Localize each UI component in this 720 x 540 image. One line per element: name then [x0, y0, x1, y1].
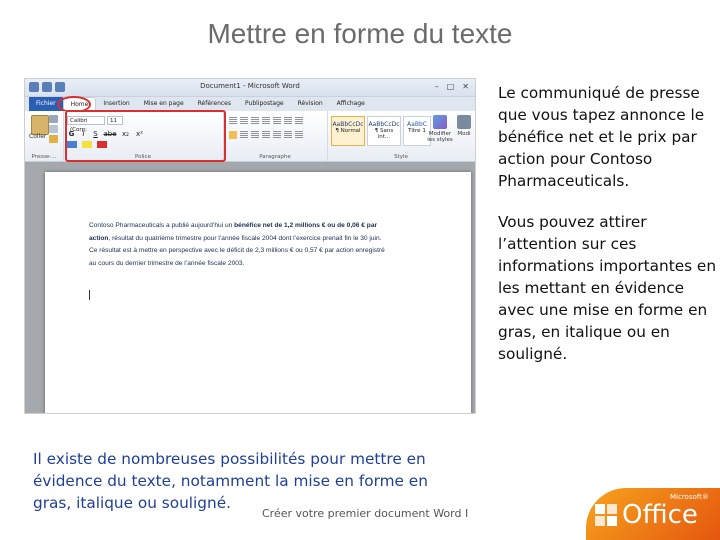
list-buttons: [229, 117, 303, 125]
align-buttons: [229, 131, 303, 139]
style-no-spacing-name: ¶ Sans int...: [374, 128, 394, 140]
justify-icon[interactable]: [262, 131, 270, 139]
office-logo-icon: [595, 504, 617, 526]
slide-footer: Créer votre premier document Word I: [262, 507, 469, 520]
office-logo-word: Office: [622, 500, 698, 530]
explanation-paragraph-2: Vous pouvez attirer l’attention sur ces …: [498, 213, 717, 363]
window-title: Document1 - Microsoft Word: [200, 82, 300, 90]
explanation-text: Le communiqué de presse que vous tapez a…: [498, 82, 718, 384]
sort-icon[interactable]: [284, 117, 292, 125]
style-no-spacing[interactable]: AaBbCcDc ¶ Sans int...: [367, 116, 401, 146]
modify-styles-label: Modifier les styles: [427, 131, 453, 143]
numbering-icon[interactable]: [240, 117, 248, 125]
word-screenshot: Document1 - Microsoft Word – □ ✕ Fichier…: [24, 78, 476, 414]
modify-icon: [457, 115, 471, 129]
modify-label: Modi: [457, 131, 471, 137]
explanation-paragraph-1: Le communiqué de presse que vous tapez a…: [498, 84, 705, 190]
borders-icon[interactable]: [295, 131, 303, 139]
tab-view[interactable]: Affichage: [330, 97, 372, 111]
style-normal-name: ¶ Normal: [335, 128, 361, 134]
bullets-icon[interactable]: [229, 117, 237, 125]
multilevel-list-icon[interactable]: [251, 117, 259, 125]
style-no-spacing-sample: AaBbCcDc: [368, 121, 400, 128]
doc-text-part-1: Contoso Pharmaceuticals a publié aujourd…: [89, 222, 235, 229]
modify-styles-icon: [433, 115, 447, 129]
close-icon[interactable]: ✕: [462, 82, 469, 91]
paste-icon[interactable]: [31, 115, 49, 135]
group-label-clipboard: Presse-...: [31, 154, 57, 160]
document-body[interactable]: Contoso Pharmaceuticals a publié aujourd…: [89, 220, 389, 270]
line-spacing-icon[interactable]: [273, 131, 281, 139]
align-right-icon[interactable]: [251, 131, 259, 139]
copy-icon[interactable]: [49, 125, 58, 133]
minimize-icon[interactable]: –: [435, 82, 439, 91]
shading-icon[interactable]: [284, 131, 292, 139]
tab-mailings[interactable]: Publipostage: [238, 97, 291, 111]
group-label-styles: Style: [394, 154, 408, 160]
tab-review[interactable]: Révision: [291, 97, 330, 111]
increase-indent-icon[interactable]: [273, 117, 281, 125]
text-cursor: [89, 290, 90, 300]
office-logo: Microsoft® Office: [586, 488, 720, 540]
ribbon-tabs: Fichier Home Insertion Mise en page Réfé…: [25, 96, 475, 112]
tab-insert[interactable]: Insertion: [96, 97, 136, 111]
cut-icon[interactable]: [49, 115, 58, 123]
modify-styles-button[interactable]: Modifier les styles: [427, 115, 453, 143]
tab-references[interactable]: Références: [191, 97, 238, 111]
slide-title: Mettre en forme du texte: [207, 18, 513, 49]
word-title-bar: Document1 - Microsoft Word – □ ✕: [25, 79, 475, 97]
highlight-note: Il existe de nombreuses possibilités pou…: [33, 450, 428, 512]
group-clipboard: Coller Presse-...: [25, 111, 64, 161]
font-group-highlight: [65, 110, 226, 162]
tab-page-layout[interactable]: Mise en page: [137, 97, 191, 111]
show-marks-icon[interactable]: [295, 117, 303, 125]
style-normal[interactable]: AaBbCcDc ¶ Normal: [331, 116, 365, 146]
align-left-icon[interactable]: [229, 131, 237, 139]
doc-text-part-2: , résultat du quatrième trimestre pour l…: [89, 234, 385, 267]
paste-button[interactable]: Coller: [29, 133, 46, 140]
group-label-paragraph: Paragraphe: [259, 154, 291, 160]
group-styles: AaBbCcDc ¶ Normal AaBbCcDc ¶ Sans int...…: [327, 111, 475, 161]
group-paragraph: Paragraphe: [223, 111, 328, 161]
document-page[interactable]: Contoso Pharmaceuticals a publié aujourd…: [45, 172, 471, 413]
style-normal-sample: AaBbCcDc: [332, 121, 364, 128]
document-area: Contoso Pharmaceuticals a publié aujourd…: [25, 162, 475, 413]
maximize-icon[interactable]: □: [447, 82, 455, 91]
align-center-icon[interactable]: [240, 131, 248, 139]
decrease-indent-icon[interactable]: [262, 117, 270, 125]
modify-button[interactable]: Modi: [453, 115, 475, 137]
format-painter-icon[interactable]: [49, 135, 58, 143]
window-controls: – □ ✕: [435, 82, 469, 91]
